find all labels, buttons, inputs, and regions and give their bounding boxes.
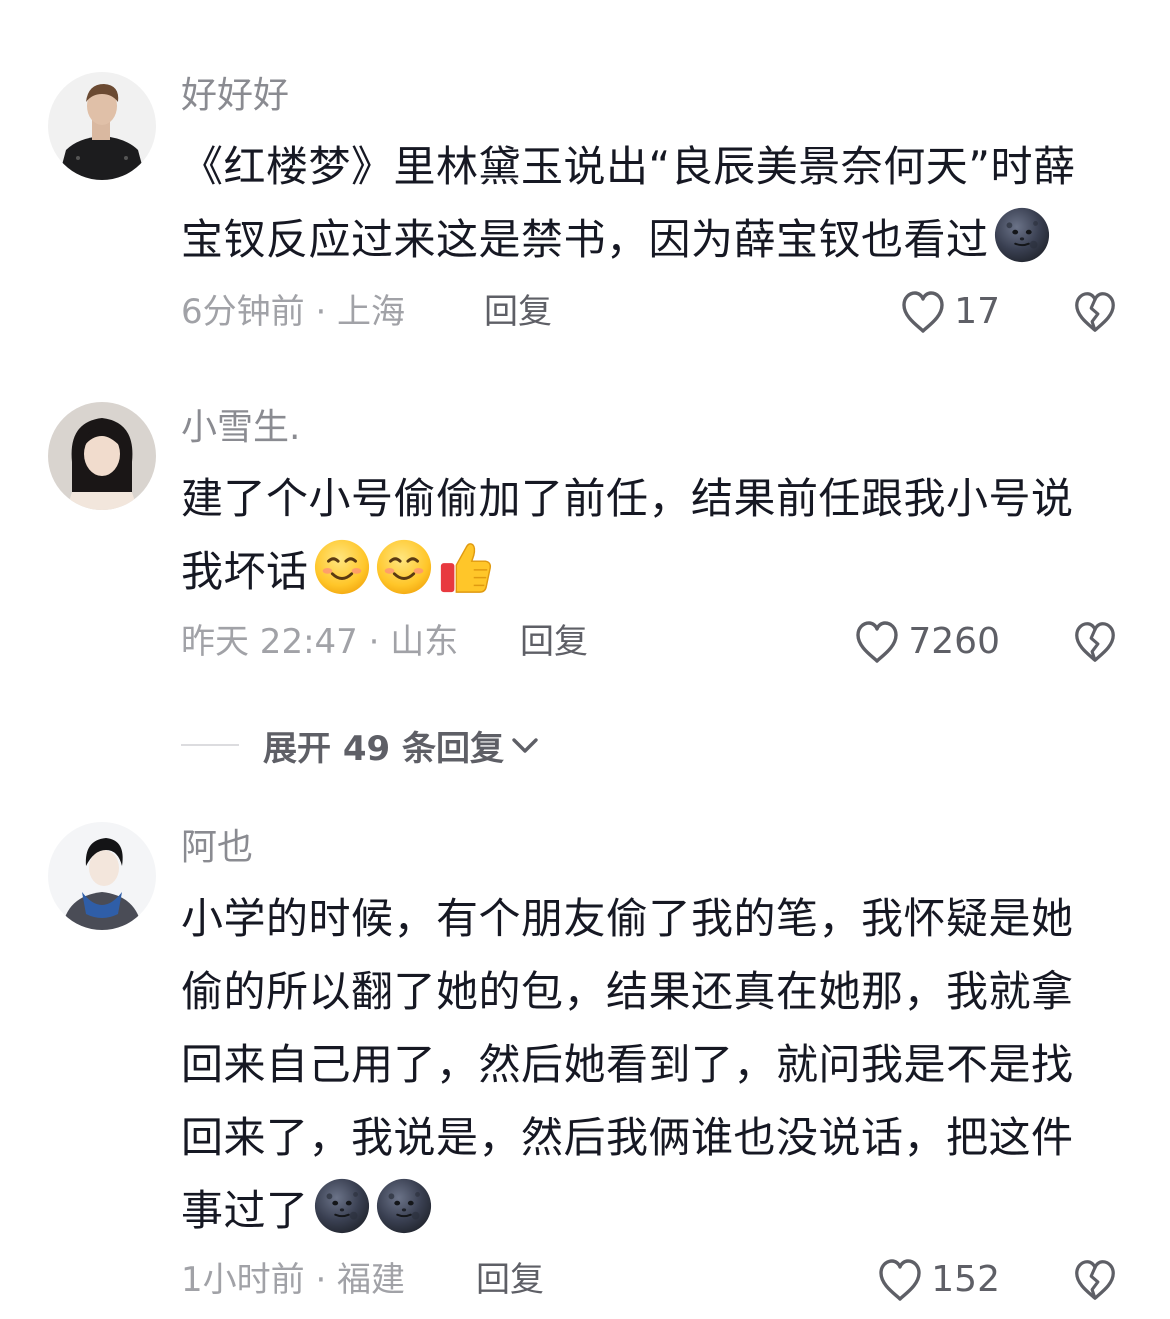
like-button[interactable]: 152 [875,1254,1000,1306]
heart-icon [852,617,902,667]
new-moon-face-icon [375,1177,433,1235]
reply-button[interactable]: 回复 [520,620,588,664]
username[interactable]: 好好好 [181,74,289,118]
like-count: 7260 [908,621,1000,662]
avatar[interactable] [48,72,156,180]
comment-body: 《红楼梦》里林黛玉说出“良辰美景奈何天”时薛宝钗反应过来这是禁书，因为薛宝钗也看… [181,142,1076,264]
comment-text: 《红楼梦》里林黛玉说出“良辰美景奈何天”时薛宝钗反应过来这是禁书，因为薛宝钗也看… [181,130,1111,276]
chevron-down-icon [512,738,538,753]
heart-icon [898,287,948,337]
heart-icon [875,1255,925,1305]
like-count: 152 [931,1259,1000,1300]
reply-button[interactable]: 回复 [484,290,552,334]
comment-time-location: 6分钟前 · 上海 [181,292,406,332]
avatar[interactable] [48,822,156,930]
reply-button[interactable]: 回复 [476,1258,544,1302]
avatar[interactable] [48,402,156,510]
comment-text: 建了个小号偷偷加了前任，结果前任跟我小号说我坏话 [181,462,1111,608]
dislike-broken-heart-icon[interactable] [1071,618,1119,666]
dislike-broken-heart-icon[interactable] [1071,1256,1119,1304]
smiling-face-icon [375,538,433,596]
divider [181,744,239,746]
comment-text: 小学的时候，有个朋友偷了我的笔，我怀疑是她偷的所以翻了她的包，结果还真在她那，我… [181,882,1111,1247]
expand-replies-label: 展开 49 条回复 [263,728,504,769]
new-moon-face-icon [313,1177,371,1235]
username[interactable]: 阿也 [181,826,253,870]
like-count: 17 [954,291,1000,332]
comment-time-location: 1小时前 · 福建 [181,1260,406,1300]
comment-time-location: 昨天 22:47 · 山东 [181,622,459,662]
like-button[interactable]: 17 [898,286,1000,338]
dislike-broken-heart-icon[interactable] [1071,288,1119,336]
username[interactable]: 小雪生. [181,406,300,450]
like-button[interactable]: 7260 [852,616,1000,668]
thumbs-up-icon [437,538,495,596]
smiling-face-icon [313,538,371,596]
new-moon-face-icon [993,206,1051,264]
expand-replies-button[interactable]: 展开 49 条回复 [181,720,542,770]
